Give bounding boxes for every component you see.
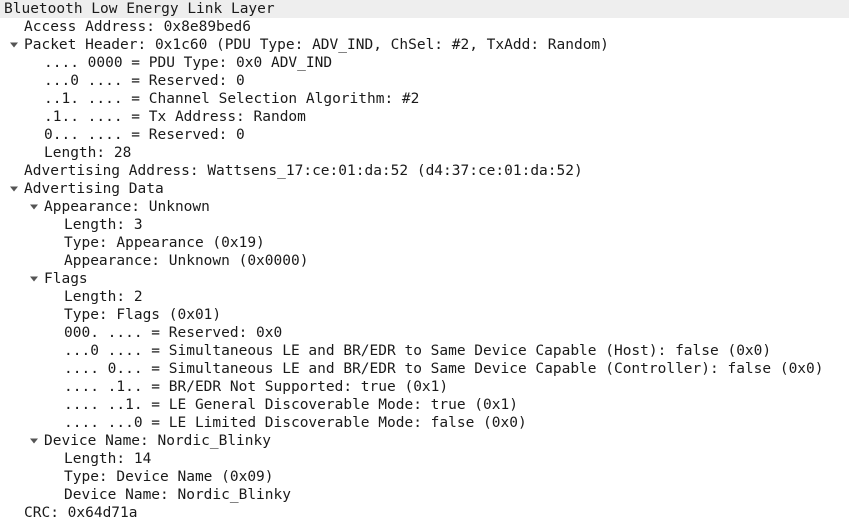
packet-details-tree: Bluetooth Low Energy Link Layer Access Ad… [0,0,849,522]
tree-row[interactable]: Length: 2 [0,288,849,306]
chevron-down-icon[interactable] [8,36,20,54]
tree-row[interactable]: Advertising Address: Wattsens_17:ce:01:d… [0,162,849,180]
tree-row[interactable]: Length: 14 [0,450,849,468]
tree-row-label: .... 0... = Simultaneous LE and BR/EDR t… [64,361,824,377]
tree-row[interactable]: Device Name: Nordic_Blinky [0,486,849,504]
tree-row[interactable]: Appearance: Unknown [0,198,849,216]
tree-row[interactable]: Device Name: Nordic_Blinky [0,432,849,450]
tree-row-label: Advertising Address: Wattsens_17:ce:01:d… [24,163,583,179]
tree-row-label: Advertising Data [24,181,164,197]
tree-row[interactable]: CRC: 0x64d71a [0,504,849,522]
tree-row-label: .1.. .... = Tx Address: Random [44,109,306,125]
tree-row-label: Packet Header: 0x1c60 (PDU Type: ADV_IND… [24,37,609,53]
tree-row[interactable]: 000. .... = Reserved: 0x0 [0,324,849,342]
tree-row-label: Length: 2 [64,289,143,305]
tree-row-label: 000. .... = Reserved: 0x0 [64,325,283,341]
tree-row[interactable]: Appearance: Unknown (0x0000) [0,252,849,270]
chevron-down-icon[interactable] [28,270,40,288]
tree-row-label: Length: 3 [64,217,143,233]
tree-row-label: CRC: 0x64d71a [24,505,138,521]
tree-row-label: Bluetooth Low Energy Link Layer [4,1,275,17]
tree-row[interactable]: Flags [0,270,849,288]
tree-row[interactable]: Length: 28 [0,144,849,162]
tree-row[interactable]: Type: Appearance (0x19) [0,234,849,252]
tree-row-label: ...0 .... = Reserved: 0 [44,73,245,89]
tree-row-label: ...0 .... = Simultaneous LE and BR/EDR t… [64,343,772,359]
tree-row[interactable]: Access Address: 0x8e89bed6 [0,18,849,36]
tree-row[interactable]: Advertising Data [0,180,849,198]
tree-row-label: 0... .... = Reserved: 0 [44,127,245,143]
tree-row[interactable]: Length: 3 [0,216,849,234]
tree-row-label: .... ...0 = LE Limited Discoverable Mode… [64,415,527,431]
tree-row-label: Device Name: Nordic_Blinky [64,487,291,503]
tree-row[interactable]: Bluetooth Low Energy Link Layer [0,0,849,18]
tree-row-label: Length: 14 [64,451,152,467]
tree-row[interactable]: .... 0... = Simultaneous LE and BR/EDR t… [0,360,849,378]
tree-row-label: Type: Device Name (0x09) [64,469,274,485]
chevron-down-icon[interactable] [28,198,40,216]
tree-row-label: Type: Appearance (0x19) [64,235,265,251]
tree-row-label: Access Address: 0x8e89bed6 [24,19,251,35]
tree-row-label: Appearance: Unknown (0x0000) [64,253,309,269]
tree-row-label: .... ..1. = LE General Discoverable Mode… [64,397,518,413]
tree-row-label: Length: 28 [44,145,132,161]
tree-row[interactable]: Type: Flags (0x01) [0,306,849,324]
tree-row[interactable]: 0... .... = Reserved: 0 [0,126,849,144]
tree-row[interactable]: ..1. .... = Channel Selection Algorithm:… [0,90,849,108]
tree-row[interactable]: .... ...0 = LE Limited Discoverable Mode… [0,414,849,432]
tree-row[interactable]: .1.. .... = Tx Address: Random [0,108,849,126]
tree-row[interactable]: Packet Header: 0x1c60 (PDU Type: ADV_IND… [0,36,849,54]
tree-row-label: Device Name: Nordic_Blinky [44,433,271,449]
tree-row-label: .... 0000 = PDU Type: 0x0 ADV_IND [44,55,333,71]
chevron-down-icon[interactable] [28,432,40,450]
chevron-down-icon[interactable] [8,180,20,198]
tree-row-label: ..1. .... = Channel Selection Algorithm:… [44,91,420,107]
tree-row-label: .... .1.. = BR/EDR Not Supported: true (… [64,379,449,395]
tree-row[interactable]: Type: Device Name (0x09) [0,468,849,486]
tree-row[interactable]: .... .1.. = BR/EDR Not Supported: true (… [0,378,849,396]
tree-row-label: Appearance: Unknown [44,199,210,215]
tree-row-label: Flags [44,271,88,287]
tree-row[interactable]: .... 0000 = PDU Type: 0x0 ADV_IND [0,54,849,72]
tree-row[interactable]: .... ..1. = LE General Discoverable Mode… [0,396,849,414]
tree-row[interactable]: ...0 .... = Reserved: 0 [0,72,849,90]
tree-row[interactable]: ...0 .... = Simultaneous LE and BR/EDR t… [0,342,849,360]
tree-row-label: Type: Flags (0x01) [64,307,222,323]
